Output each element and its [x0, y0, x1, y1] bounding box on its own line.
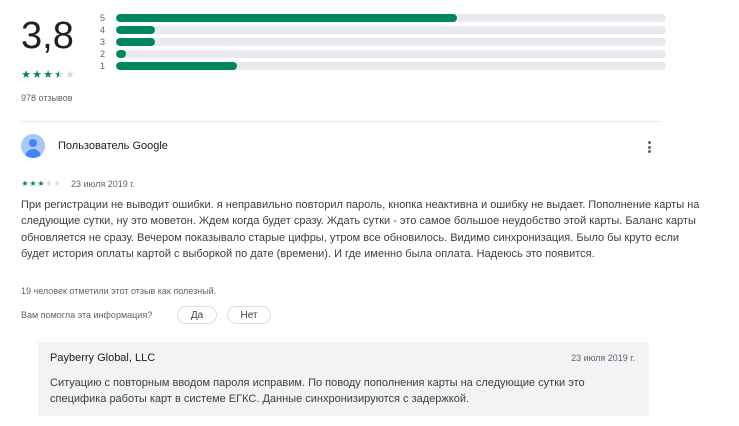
review-stars: ★ ★ ★ ★ ★: [21, 180, 61, 188]
star-icon: ★: [53, 179, 61, 188]
avatar-body-icon: [25, 149, 41, 158]
helpful-yes-button[interactable]: Да: [177, 306, 217, 324]
star-icon: ★: [32, 69, 42, 81]
reply-text: Ситуацию с повторным вводом пароля испра…: [50, 377, 585, 406]
rating-bar-track: [116, 50, 666, 58]
star-icon: ★: [45, 179, 53, 188]
star-icon: ★: [21, 69, 31, 81]
rating-bar-row: 1: [100, 60, 670, 72]
rating-bar-label: 1: [100, 61, 106, 71]
reply-author: Payberry Global, LLC: [50, 352, 156, 364]
star-icon: ★: [21, 179, 29, 188]
average-rating: 3,8: [21, 15, 74, 57]
rating-bar-track: [116, 38, 666, 46]
average-stars: ★ ★ ★ ★ ★: [21, 70, 75, 82]
rating-bar-track: [116, 14, 666, 22]
rating-distribution: 5 4 3 2 1: [100, 12, 670, 72]
more-vert-icon: [647, 145, 651, 149]
rating-bar-row: 4: [100, 24, 670, 36]
rating-bar-fill: [116, 50, 126, 58]
rating-bar-row: 3: [100, 36, 670, 48]
more-vert-icon: [647, 141, 651, 144]
star-icon: ★: [65, 69, 75, 81]
avatar: [21, 134, 45, 158]
rating-bar-fill: [116, 26, 155, 34]
review-meta: ★ ★ ★ ★ ★ 23 июля 2019 г.: [21, 179, 135, 189]
rating-bar-label: 4: [100, 25, 106, 35]
star-icon: ★: [54, 69, 64, 81]
review-text: При регистрации не выводит ошибки. я неп…: [21, 199, 700, 261]
rating-bar-fill: [116, 38, 155, 46]
developer-reply: Payberry Global, LLC 23 июля 2019 г. Сит…: [38, 342, 649, 416]
star-icon: ★: [29, 179, 37, 188]
helpful-question: Вам помогла эта информация?: [21, 310, 153, 320]
review-date: 23 июля 2019 г.: [71, 179, 135, 189]
star-icon: ★: [43, 69, 53, 81]
reply-date: 23 июля 2019 г.: [571, 353, 635, 363]
helpful-count: 19 человек отметили этот отзыв как полез…: [21, 286, 217, 296]
avatar-head-icon: [29, 139, 37, 147]
more-options-button[interactable]: [642, 138, 656, 156]
rating-bar-fill: [116, 14, 457, 22]
rating-bar-label: 5: [100, 13, 106, 23]
star-icon: ★: [37, 179, 45, 188]
rating-bar-label: 3: [100, 37, 106, 47]
rating-bar-row: 2: [100, 48, 670, 60]
helpful-no-button[interactable]: Нет: [227, 306, 271, 324]
rating-bar-row: 5: [100, 12, 670, 24]
rating-bar-track: [116, 26, 666, 34]
more-vert-icon: [647, 150, 651, 153]
divider: [21, 121, 661, 122]
rating-bar-fill: [116, 62, 237, 70]
review-author: Пользователь Google: [58, 140, 168, 152]
rating-summary: 3,8 ★ ★ ★ ★ ★ 978 отзывов 54321: [21, 12, 701, 103]
rating-bar-label: 2: [100, 49, 106, 59]
rating-bar-track: [116, 62, 666, 70]
review-count: 978 отзывов: [21, 93, 73, 103]
